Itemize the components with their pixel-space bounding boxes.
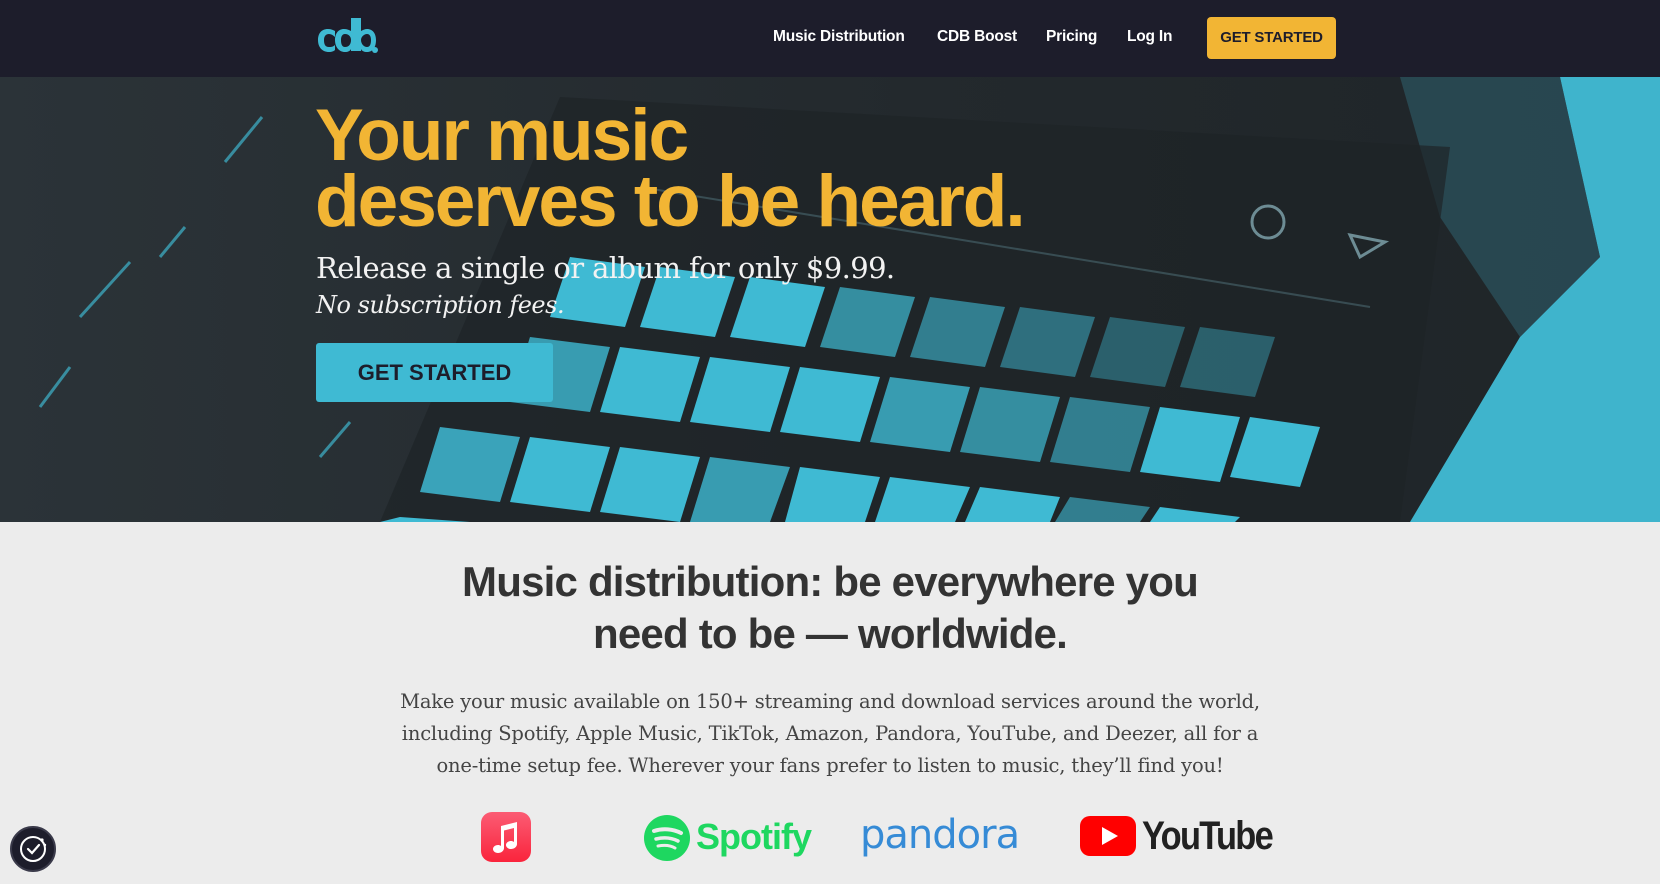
nav-music-distribution[interactable]: Music Distribution (773, 28, 905, 46)
youtube-icon (1080, 816, 1136, 856)
section-title-line-2: need to be — worldwide. (593, 610, 1068, 657)
distribution-section: Music distribution: be everywhere you ne… (0, 522, 1660, 884)
spotify-icon (644, 815, 690, 861)
hero-subtitle: Release a single or album for only $9.99… (316, 251, 895, 285)
nav-pricing[interactable]: Pricing (1046, 28, 1097, 46)
apple-music-icon (481, 812, 531, 862)
hero-title: Your music deserves to be heard. (315, 95, 1026, 242)
spotify-wordmark: Spotify (696, 816, 812, 857)
nav-cdb-boost[interactable]: CDB Boost (937, 28, 1017, 46)
youtube-logo: YouTube (1080, 814, 1274, 858)
section-title-line-1: Music distribution: be everywhere you (462, 558, 1199, 605)
hero-section: Your music deserves to be heard. Release… (0, 77, 1660, 522)
spotify-logo: Spotify (643, 814, 812, 862)
nav-log-in[interactable]: Log In (1127, 28, 1172, 46)
hero-subtitle-italic: No subscription fees. (316, 291, 565, 319)
cdbaby-logo-icon[interactable] (316, 15, 378, 57)
cookie-consent-icon[interactable] (10, 826, 56, 872)
hero-get-started-button[interactable]: GET STARTED (316, 343, 553, 402)
top-nav: Music Distribution CDB Boost Pricing Log… (0, 0, 1660, 77)
pandora-logo: pandora (860, 812, 1020, 858)
section-title: Music distribution: be everywhere you ne… (330, 556, 1330, 660)
hero-title-line-1: Your music (315, 95, 689, 176)
hero-title-line-2: deserves to be heard. (315, 161, 1026, 242)
youtube-wordmark: YouTube (1142, 814, 1274, 858)
nav-get-started-button[interactable]: GET STARTED (1207, 17, 1336, 59)
section-body: Make your music available on 150+ stream… (400, 690, 1260, 777)
